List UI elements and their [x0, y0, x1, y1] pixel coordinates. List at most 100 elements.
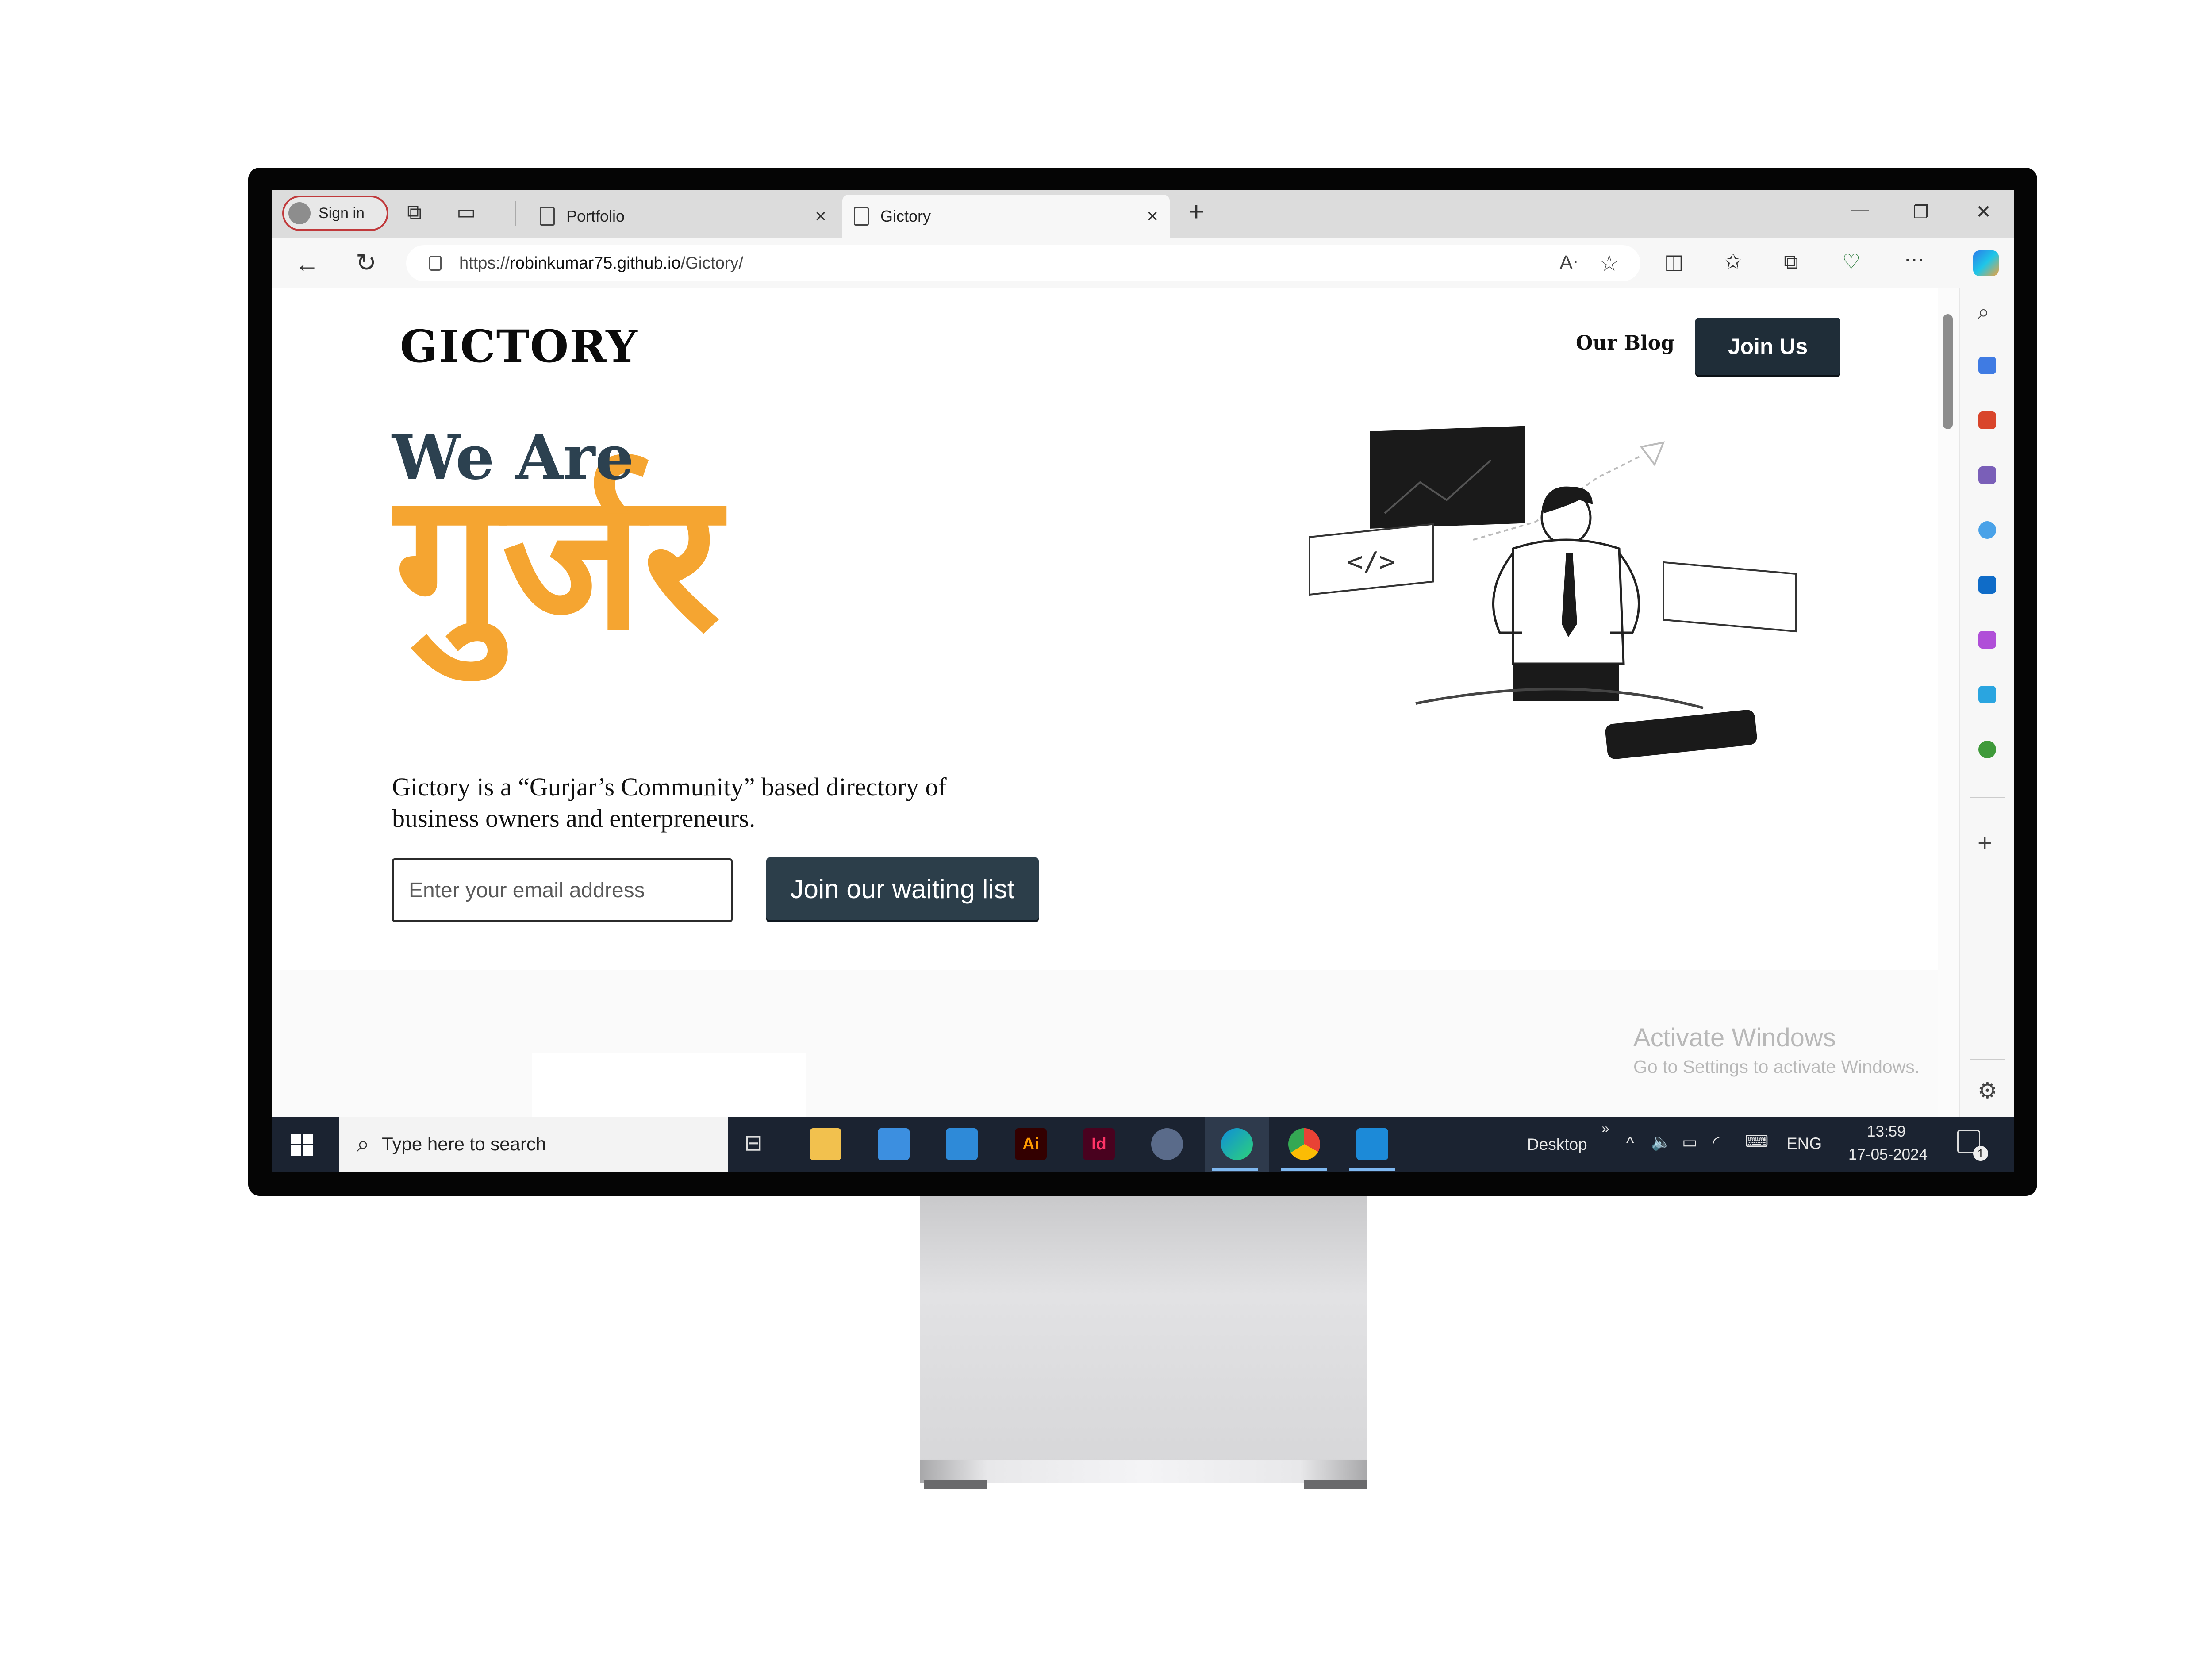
mail-icon[interactable]: [946, 1128, 978, 1160]
tree-icon[interactable]: [1978, 741, 1996, 758]
split-screen-icon[interactable]: ◫: [1664, 251, 1683, 272]
tab-divider: [515, 201, 516, 226]
active-indicator: [1212, 1168, 1258, 1171]
clock-time[interactable]: 13:59: [1867, 1123, 1906, 1141]
show-hidden-icons[interactable]: ^: [1626, 1134, 1634, 1152]
clock-date[interactable]: 17-05-2024: [1848, 1146, 1928, 1164]
new-tab-button[interactable]: +: [1188, 198, 1204, 226]
read-aloud-icon[interactable]: Aᐧ: [1559, 251, 1578, 274]
toolbar-expand-icon[interactable]: »: [1601, 1120, 1609, 1137]
settings-gear-icon[interactable]: ⚙: [1978, 1078, 1997, 1103]
join-us-button[interactable]: Join Us: [1695, 318, 1840, 375]
join-waiting-list-button[interactable]: Join our waiting list: [766, 857, 1039, 920]
page-viewport: GICTORY Our Blog Join Us गुर्जर We Are <…: [272, 288, 1938, 1117]
page-icon: [540, 207, 555, 226]
toolbox-icon[interactable]: [1978, 411, 1996, 429]
favorites-icon[interactable]: ✩: [1724, 251, 1742, 272]
more-menu-icon[interactable]: ⋯: [1904, 250, 1924, 270]
sidebar-divider: [1970, 797, 2005, 798]
monitor-foot-left: [924, 1480, 987, 1489]
edge-sidebar: ⌕ + ⚙: [1959, 288, 2014, 1117]
battery-icon[interactable]: ▭: [1682, 1133, 1697, 1152]
shopping-tag-icon[interactable]: [1978, 357, 1996, 374]
logo-card: [532, 1053, 806, 1117]
page-icon: [854, 207, 869, 226]
file-explorer-icon[interactable]: [810, 1128, 841, 1160]
sign-in-label: Sign in: [319, 204, 365, 222]
minimize-button[interactable]: —: [1851, 201, 1869, 219]
site-logo[interactable]: GICTORY: [400, 320, 638, 373]
hero-description: Gictory is a “Gurjar’s Community” based …: [392, 772, 947, 833]
sidebar-divider: [1970, 1059, 2005, 1060]
scrollbar-thumb[interactable]: [1943, 314, 1953, 429]
monitor-stand: [920, 1196, 1367, 1480]
taskbar-search-box[interactable]: ⌕ Type here to search: [339, 1117, 728, 1172]
workspaces-icon[interactable]: ⧉: [407, 202, 422, 222]
close-tab-icon[interactable]: ×: [1147, 205, 1158, 227]
microsoft365-icon[interactable]: [1978, 521, 1996, 539]
windows-taskbar: ⌕ Type here to search ⊟ Ai Id Desktop » …: [272, 1117, 2014, 1172]
activate-windows-title: Activate Windows: [1633, 1023, 1836, 1052]
copilot-icon[interactable]: [1973, 250, 1999, 276]
search-icon: ⌕: [357, 1131, 370, 1157]
keyboard-icon[interactable]: ⌨: [1745, 1132, 1768, 1151]
svg-text:</>: </>: [1347, 546, 1395, 577]
address-toolbar: ← ↻ https:// robinkumar75.github.io /Gic…: [272, 238, 2014, 289]
screen: Sign in ⧉ ▭ Portfolio × Gictory × + — ❐ …: [272, 190, 2014, 1172]
url-prefix: https://: [459, 254, 510, 273]
profile-avatar-icon: [288, 202, 311, 224]
tab-portfolio[interactable]: Portfolio ×: [528, 195, 838, 238]
monitor-stand-base: [920, 1460, 1367, 1483]
chart-monitor: [1370, 426, 1525, 529]
tab-gictory[interactable]: Gictory ×: [842, 195, 1170, 238]
volume-icon[interactable]: 🔈: [1651, 1133, 1671, 1152]
search-icon[interactable]: ⌕: [1978, 300, 1989, 325]
url-bar[interactable]: https:// robinkumar75.github.io /Gictory…: [406, 245, 1640, 281]
desktop-toolbar-label[interactable]: Desktop: [1527, 1135, 1587, 1154]
language-indicator[interactable]: ENG: [1786, 1134, 1822, 1153]
add-sidebar-app-button[interactable]: +: [1978, 828, 1992, 857]
tab-bar: Sign in ⧉ ▭ Portfolio × Gictory × + — ❐ …: [272, 190, 2014, 238]
url-path: /Gictory/: [680, 254, 744, 273]
lock-icon: [429, 256, 442, 271]
notification-badge: 1: [1973, 1146, 1988, 1161]
telegram-icon[interactable]: [1978, 686, 1996, 703]
hero-we-are-text: We Are: [392, 421, 634, 493]
task-view-icon[interactable]: ⊟: [744, 1130, 763, 1156]
restore-button[interactable]: ❐: [1913, 204, 1929, 221]
taskbar-search-placeholder: Type here to search: [382, 1134, 546, 1154]
browser-essentials-icon[interactable]: ♡: [1842, 251, 1860, 272]
chrome-icon[interactable]: [1288, 1128, 1320, 1160]
tab-label: Gictory: [880, 207, 931, 225]
windows-start-icon[interactable]: [291, 1134, 313, 1156]
running-indicator: [1281, 1168, 1327, 1171]
vertical-tabs-icon[interactable]: ▭: [457, 202, 476, 222]
hero-illustration: </>: [1309, 426, 1797, 759]
favorite-star-icon[interactable]: ☆: [1599, 250, 1619, 276]
refresh-button[interactable]: ↻: [356, 250, 376, 275]
email-input[interactable]: [392, 858, 733, 922]
tab-label: Portfolio: [566, 207, 625, 225]
monitor-foot-right: [1304, 1480, 1367, 1489]
close-tab-icon[interactable]: ×: [815, 205, 826, 227]
games-icon[interactable]: [1978, 466, 1996, 484]
vscode-icon[interactable]: [1356, 1128, 1388, 1160]
close-window-button[interactable]: ✕: [1976, 203, 1991, 221]
designer-icon[interactable]: [1978, 631, 1996, 649]
collections-icon[interactable]: ⧉: [1784, 251, 1798, 272]
wifi-icon[interactable]: ◜: [1713, 1133, 1719, 1152]
url-host: robinkumar75.github.io: [510, 254, 681, 273]
nav-our-blog-link[interactable]: Our Blog: [1576, 332, 1674, 354]
data-panel: [1663, 561, 1797, 633]
indesign-icon[interactable]: Id: [1083, 1128, 1115, 1160]
media-app-icon[interactable]: [1151, 1128, 1183, 1160]
edge-browser-icon[interactable]: [1221, 1128, 1253, 1160]
running-indicator: [1349, 1168, 1395, 1171]
back-button[interactable]: ←: [295, 251, 319, 276]
keyboard: [1605, 710, 1757, 759]
illustrator-icon[interactable]: Ai: [1015, 1128, 1047, 1160]
microsoft-store-icon[interactable]: [878, 1128, 910, 1160]
outlook-icon[interactable]: [1978, 576, 1996, 594]
sign-in-button[interactable]: Sign in: [282, 196, 388, 231]
activate-windows-subtitle: Go to Settings to activate Windows.: [1633, 1057, 1920, 1077]
